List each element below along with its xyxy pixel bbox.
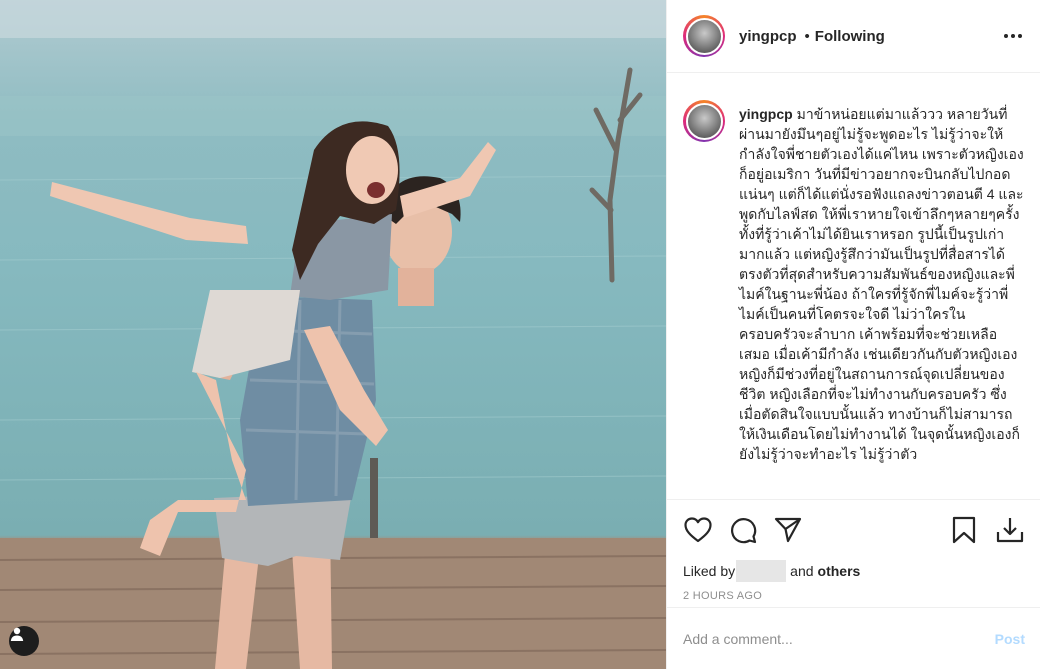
caption-username[interactable]: yingpcp bbox=[739, 106, 793, 122]
likes-summary: Liked by and others bbox=[683, 560, 1025, 582]
heart-icon bbox=[684, 517, 712, 543]
comment-button[interactable] bbox=[728, 515, 758, 545]
following-button[interactable]: Following bbox=[815, 28, 885, 45]
bookmark-icon bbox=[952, 516, 976, 544]
avatar[interactable] bbox=[683, 15, 725, 57]
more-dot bbox=[1018, 34, 1022, 38]
user-tag-icon bbox=[10, 627, 24, 641]
paper-plane-icon bbox=[774, 517, 802, 543]
share-button[interactable] bbox=[773, 515, 803, 545]
liked-by-and: and bbox=[790, 563, 814, 579]
user-tag-button[interactable] bbox=[9, 626, 39, 656]
caption-section: yingpcp มาข้าหน่อยแต่มาแล้ววว หลายวันที่ผ… bbox=[667, 86, 1040, 499]
action-icons-row bbox=[683, 514, 1025, 546]
avatar-image bbox=[685, 102, 723, 140]
liked-by-label: Liked by bbox=[683, 563, 736, 579]
post-timestamp[interactable]: 2 HOURS AGO bbox=[683, 590, 1025, 602]
more-options-icon bbox=[1004, 34, 1008, 38]
photo-illustration bbox=[0, 0, 666, 669]
liked-by-others-link[interactable]: others bbox=[818, 563, 861, 579]
caption-text: มาข้าหน่อยแต่มาแล้ววว หลายวันที่ผ่านมายั… bbox=[739, 106, 1024, 462]
post-comment-button[interactable]: Post bbox=[995, 631, 1025, 647]
separator-dot: • bbox=[804, 27, 810, 45]
download-button[interactable] bbox=[995, 515, 1025, 545]
comment-input[interactable] bbox=[683, 630, 995, 647]
download-icon bbox=[996, 518, 1024, 543]
caption-body: yingpcp มาข้าหน่อยแต่มาแล้ววว หลายวันที่ผ… bbox=[739, 104, 1024, 499]
avatar-image bbox=[685, 17, 723, 55]
caption-avatar[interactable] bbox=[683, 100, 725, 142]
like-button[interactable] bbox=[683, 515, 713, 545]
save-button[interactable] bbox=[949, 515, 979, 545]
comment-form: Post bbox=[667, 607, 1040, 669]
redacted-username[interactable] bbox=[736, 560, 787, 582]
post-photo[interactable] bbox=[0, 0, 666, 669]
more-dot bbox=[1011, 34, 1015, 38]
post-header: yingpcp • Following bbox=[667, 0, 1040, 73]
header-username[interactable]: yingpcp bbox=[739, 28, 797, 45]
comment-bubble-icon bbox=[731, 518, 757, 544]
more-options-button[interactable] bbox=[1002, 28, 1024, 44]
action-bar: Liked by and others 2 HOURS AGO bbox=[667, 499, 1040, 602]
post-details-pane: yingpcp • Following yingpcp มาข้าหน่อยแต่… bbox=[666, 0, 1040, 669]
